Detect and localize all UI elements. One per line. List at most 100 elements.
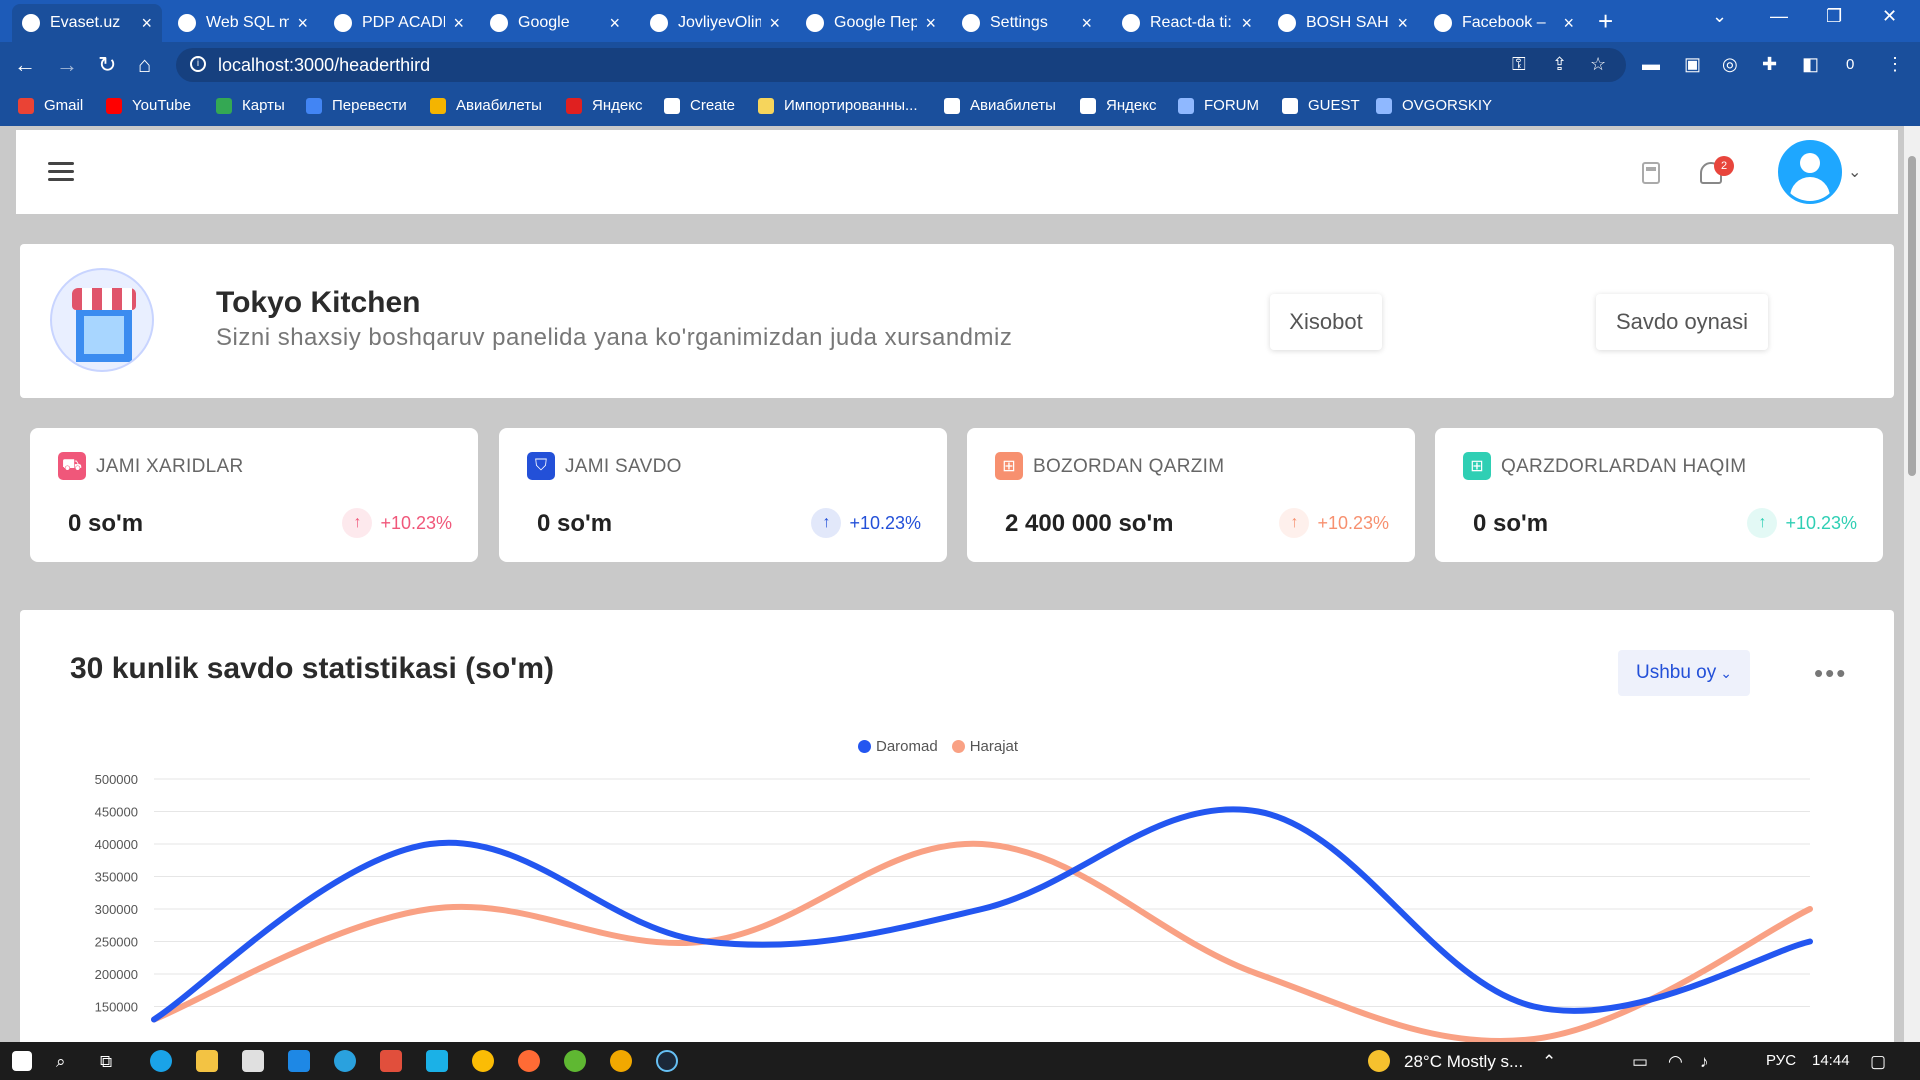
battery-icon[interactable]: ▭ [1632,1052,1648,1072]
bookmark-item[interactable]: Яндекс [1080,97,1156,114]
page-scrollbar[interactable] [1904,126,1920,1042]
browser-tab[interactable]: Web SQL m × [168,4,318,42]
browser-tab-label: Settings [990,14,1048,31]
new-tab-button[interactable]: + [1598,6,1613,37]
bookmark-item[interactable]: Яндекс [566,97,642,114]
close-tab-icon[interactable]: × [141,13,152,34]
mail-icon[interactable] [288,1050,310,1072]
extension-circle-icon[interactable]: ◎ [1722,54,1738,75]
weather-text[interactable]: 28°C Mostly s... [1404,1052,1523,1072]
browser-tab-bar: Evaset.uz × Web SQL m × PDP ACADE × Google × Jov… [0,0,1920,42]
scrollbar-thumb[interactable] [1908,156,1916,476]
browser-tab[interactable]: React-da ti: × [1112,4,1262,42]
close-tab-icon[interactable]: × [297,13,308,34]
volume-icon[interactable]: ♪ [1700,1052,1709,1072]
bookmark-item[interactable]: Импортированны... [758,97,918,114]
webstorm-icon[interactable] [426,1050,448,1072]
wifi-icon[interactable]: ◠ [1668,1052,1683,1072]
share-icon[interactable]: ⇪ [1552,54,1567,75]
browser-tab[interactable]: Settings × [952,4,1102,42]
sidepanel-icon[interactable]: ◧ [1802,54,1819,75]
pdp-favicon-icon [334,14,352,32]
bookmark-label: Яндекс [592,97,643,114]
bookmark-item[interactable]: Create [664,97,735,114]
close-tab-icon[interactable]: × [453,13,464,34]
calculator-icon[interactable] [1642,162,1660,184]
bookmark-item[interactable]: Авиабилеты [944,97,1056,114]
close-tab-icon[interactable]: × [609,13,620,34]
language-indicator[interactable]: РУС [1766,1052,1796,1069]
profile-count[interactable]: 0 [1846,56,1854,73]
notifications-icon[interactable]: ▢ [1870,1052,1886,1072]
browser-tab[interactable]: BOSH SAHI × [1268,4,1418,42]
bookmark-icon [758,97,774,114]
steam-icon[interactable] [656,1050,678,1072]
bookmark-icon [430,97,446,114]
restore-icon[interactable]: ❐ [1826,6,1842,27]
chevron-down-icon[interactable]: ⌄ [1848,162,1861,182]
menu-icon[interactable] [48,162,74,182]
stat-trend-value: +10.23% [849,512,921,533]
extension-cast-icon[interactable]: ▬ [1642,54,1660,75]
arrow-up-icon: ↑ [1747,508,1778,538]
file-explorer-icon[interactable] [196,1050,218,1072]
store-icon[interactable] [242,1050,264,1072]
postman-icon[interactable] [518,1050,540,1072]
intellij-icon[interactable] [380,1050,402,1072]
close-window-icon[interactable]: ✕ [1882,6,1897,27]
forward-icon[interactable]: → [56,52,78,78]
stat-value: 0 so'm [68,510,144,537]
extension-screen-icon[interactable]: ▣ [1684,54,1701,75]
tray-chevron-icon[interactable]: ⌃ [1542,1052,1556,1072]
back-icon[interactable]: ← [14,52,36,78]
tab-search-icon[interactable]: ⌄ [1712,6,1727,27]
browser-tab[interactable]: Google × [480,4,630,42]
telegram-icon[interactable] [334,1050,356,1072]
browser-tab[interactable]: PDP ACADE × [324,4,474,42]
utorrent-icon[interactable] [564,1050,586,1072]
url-field[interactable]: i localhost:3000/headerthird ⚿ ⇪ ☆ [176,48,1626,82]
bookmark-item[interactable]: Перевести [306,97,407,114]
home-icon[interactable]: ⌂ [138,52,151,78]
avatar[interactable] [1778,140,1842,204]
bookmark-item[interactable]: GUEST [1282,97,1360,114]
reload-icon[interactable]: ↻ [98,52,116,78]
edge-icon[interactable] [150,1050,172,1072]
browser-tab[interactable]: Facebook – × [1424,4,1584,42]
browser-tab[interactable]: Evaset.uz × [12,4,162,42]
bookmark-item[interactable]: OVGORSKIY [1376,97,1492,114]
bookmark-item[interactable]: YouTube [106,97,191,114]
report-button[interactable]: Xisobot [1270,294,1382,350]
app-icon[interactable] [610,1050,632,1072]
close-tab-icon[interactable]: × [769,13,780,34]
bookmark-item[interactable]: FORUM [1178,97,1259,114]
browser-tab[interactable]: Google Пер × [796,4,946,42]
search-icon[interactable]: ⌕ [56,1052,66,1072]
minimize-icon[interactable]: — [1770,6,1788,27]
clock[interactable]: 14:44 [1812,1052,1850,1069]
line-chart: 500000 450000 400000 350000 300000 250000 2000… [95,772,1813,1042]
start-icon[interactable] [12,1051,32,1071]
notification-badge: 2 [1714,156,1734,176]
bookmark-icon [216,97,232,114]
task-view-icon[interactable]: ⧉ [100,1052,112,1072]
stat-label: JAMI XARIDLAR [96,456,244,477]
close-tab-icon[interactable]: × [1081,13,1092,34]
bookmark-item[interactable]: Карты [216,97,285,114]
bookmark-item[interactable]: Gmail [18,97,83,114]
page-content: 2 ⌄ Tokyo Kitchen Sizni shaxsiy boshqaru… [0,126,1920,1042]
sales-window-button[interactable]: Savdo oynasi [1596,294,1768,350]
close-tab-icon[interactable]: × [925,13,936,34]
key-icon[interactable]: ⚿ [1512,54,1526,75]
close-tab-icon[interactable]: × [1397,13,1408,34]
browser-tab[interactable]: JovliyevOlim × [640,4,790,42]
site-info-icon[interactable]: i [190,56,206,72]
chrome-icon[interactable] [472,1050,494,1072]
close-tab-icon[interactable]: × [1241,13,1252,34]
close-tab-icon[interactable]: × [1563,13,1574,34]
browser-menu-icon[interactable]: ⋮ [1886,54,1904,75]
extensions-icon[interactable]: ✚ [1762,54,1777,75]
bookmark-item[interactable]: Авиабилеты [430,97,542,114]
bookmark-icon [1080,97,1096,114]
bookmark-star-icon[interactable]: ☆ [1590,54,1606,75]
